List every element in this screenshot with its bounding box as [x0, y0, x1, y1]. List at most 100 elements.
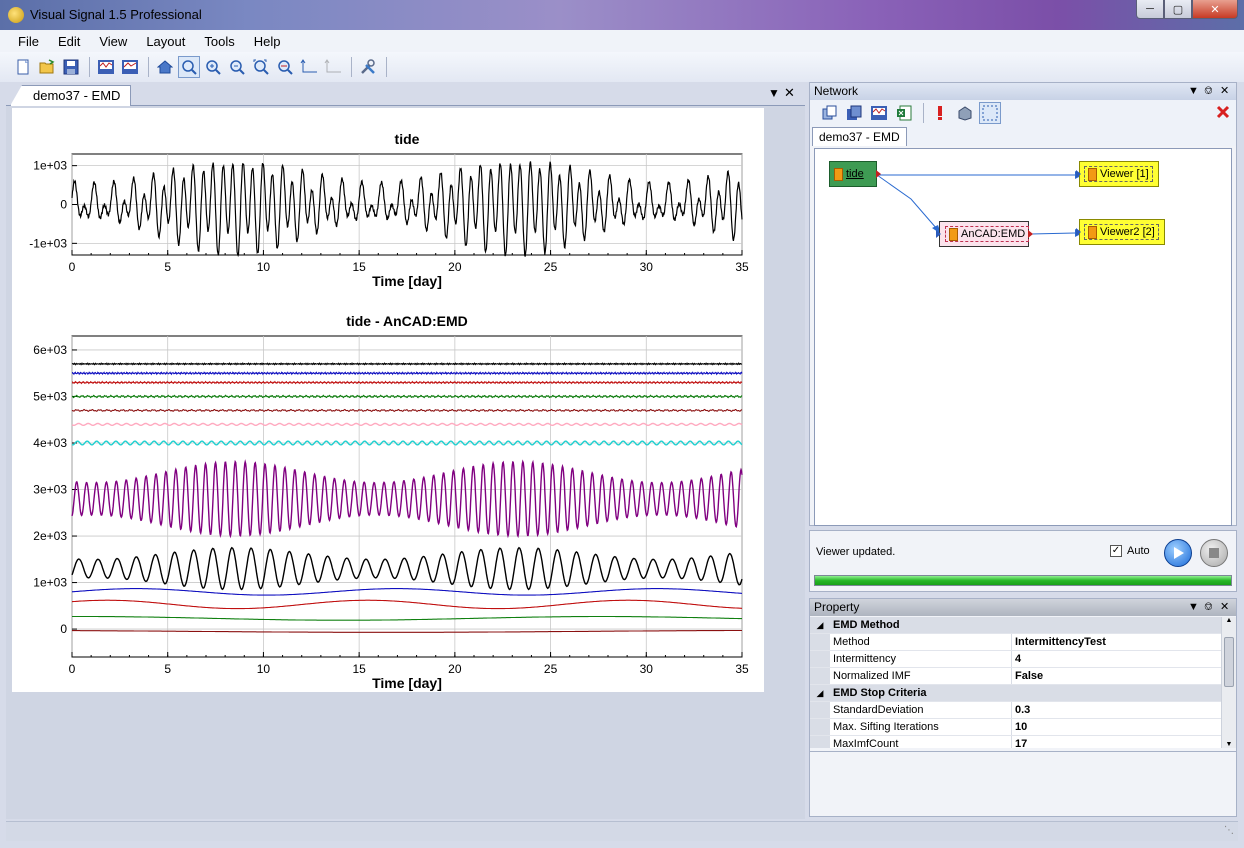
zoom-fit-button[interactable] [250, 56, 272, 78]
signal-view-button[interactable] [95, 56, 117, 78]
zoom-x-button[interactable] [274, 56, 296, 78]
minimize-button[interactable]: ─ [1136, 0, 1164, 19]
alert-button[interactable] [929, 102, 951, 124]
property-value[interactable]: IntermittencyTest [1012, 634, 1222, 650]
document-tab-bar: demo37 - EMD ▼ ✕ [6, 82, 805, 106]
network-panel-title: Network [814, 84, 859, 98]
input-port[interactable] [936, 230, 941, 238]
property-category[interactable]: ◢ EMD Method [810, 617, 1222, 634]
property-row[interactable]: Intermittency 4 [810, 651, 1222, 668]
close-button[interactable]: ✕ [1192, 0, 1238, 19]
menu-view[interactable]: View [99, 34, 127, 49]
signal-export-button[interactable] [119, 56, 141, 78]
panel-close-icon[interactable]: ✕ [1220, 599, 1229, 616]
scroll-thumb[interactable] [1224, 637, 1234, 687]
alert-icon [938, 106, 942, 120]
menu-tools[interactable]: Tools [204, 34, 234, 49]
panel-pin-icon[interactable]: ⎊ [1204, 599, 1213, 616]
run-button[interactable] [1164, 539, 1192, 567]
panel-close-icon[interactable]: ✕ [1220, 83, 1229, 100]
node-viewer2[interactable]: Viewer2 [2] [1076, 219, 1165, 245]
menu-layout[interactable]: Layout [146, 34, 185, 49]
node-emd[interactable]: AnCAD:EMD [936, 221, 1033, 247]
select-button[interactable] [979, 102, 1001, 124]
menu-help[interactable]: Help [254, 34, 281, 49]
zoom-out-button[interactable] [226, 56, 248, 78]
minimize-icon: ─ [1146, 3, 1154, 15]
property-row[interactable]: Method IntermittencyTest [810, 634, 1222, 651]
tide-chart[interactable]: tide 0 5 10 15 20 25 30 351e+030-1e+03 Time [da… [12, 108, 764, 298]
delete-button[interactable] [1216, 105, 1230, 122]
run-status-panel: Viewer updated. ✓ Auto [809, 530, 1237, 592]
node-icon [949, 227, 958, 241]
output-port[interactable] [876, 170, 881, 178]
scroll-up-icon[interactable]: ▲ [1222, 617, 1236, 624]
property-row[interactable]: StandardDeviation 0.3 [810, 702, 1222, 719]
save-button[interactable] [60, 56, 82, 78]
y-tick-label: 6e+03 [33, 343, 67, 357]
signal-node-button[interactable] [868, 102, 890, 124]
toolbar-separator [148, 57, 149, 77]
node-tide[interactable]: tide [829, 161, 881, 187]
network-canvas[interactable]: tide AnCAD:EMD Viewer [1] Viewer2 [2] [814, 148, 1232, 526]
property-value[interactable]: 0.3 [1012, 702, 1222, 718]
document-tab[interactable]: demo37 - EMD [10, 85, 132, 106]
auto-checkbox[interactable]: ✓ Auto [1110, 545, 1150, 557]
zoom-out-icon [230, 60, 245, 75]
home-button[interactable] [154, 56, 176, 78]
menu-file[interactable]: File [18, 34, 39, 49]
property-row[interactable]: Max. Sifting Iterations 10 [810, 719, 1222, 736]
node-viewer1[interactable]: Viewer [1] [1076, 161, 1159, 187]
panel-dropdown-icon[interactable]: ▼ [1188, 599, 1199, 616]
axis-scale-button[interactable] [298, 56, 320, 78]
property-value[interactable]: False [1012, 668, 1222, 684]
maximize-button[interactable]: ▢ [1164, 0, 1192, 19]
menu-edit[interactable]: Edit [58, 34, 80, 49]
panel-pin-icon[interactable]: ⎊ [1204, 83, 1213, 100]
collapse-icon[interactable]: ◢ [810, 617, 830, 633]
copy-node-button[interactable] [843, 102, 865, 124]
document-panel: demo37 - EMD ▼ ✕ tide 0 5 10 15 20 25 30 35 1e+0… [6, 82, 805, 819]
excel-button[interactable] [893, 102, 915, 124]
add-node-button[interactable] [818, 102, 840, 124]
copy-node-icon [847, 105, 862, 120]
scroll-down-icon[interactable]: ▼ [1222, 741, 1236, 748]
resize-grip-icon[interactable]: ⋱ [1224, 825, 1234, 836]
property-key: Method [830, 634, 1012, 650]
output-port[interactable] [1028, 230, 1033, 238]
status-bar: ⋱ [6, 821, 1238, 841]
input-port[interactable] [1076, 228, 1081, 236]
network-tab[interactable]: demo37 - EMD [812, 127, 907, 146]
tools-button[interactable] [357, 56, 379, 78]
checkbox-icon[interactable]: ✓ [1110, 545, 1122, 557]
stop-button[interactable] [1200, 539, 1228, 567]
open-button[interactable] [36, 56, 58, 78]
play-icon [1174, 547, 1184, 559]
select-icon [982, 105, 998, 121]
tab-close-icon[interactable]: ✕ [784, 85, 795, 101]
x-tick-label: 25 [544, 260, 558, 274]
tab-dropdown-icon[interactable]: ▼ [768, 86, 780, 100]
collapse-icon[interactable]: ◢ [810, 685, 830, 701]
property-row[interactable]: Normalized IMF False [810, 668, 1222, 685]
refresh-button[interactable] [954, 102, 976, 124]
property-row[interactable]: MaxImfCount 17 [810, 736, 1222, 748]
input-port[interactable] [1076, 170, 1081, 178]
property-value[interactable]: 4 [1012, 651, 1222, 667]
excel-icon [897, 105, 912, 121]
y-tick-label: 0 [60, 198, 67, 212]
zoom-select-button[interactable] [178, 56, 200, 78]
x-tick-label: 15 [352, 662, 366, 676]
property-scrollbar[interactable]: ▲ ▼ [1221, 617, 1236, 748]
network-panel-header: Network ▼ ⎊ ✕ [810, 83, 1236, 100]
property-value[interactable]: 10 [1012, 719, 1222, 735]
panel-dropdown-icon[interactable]: ▼ [1188, 83, 1199, 100]
property-panel: Property ▼ ⎊ ✕ ◢ EMD Method Method Intermi… [809, 598, 1237, 817]
property-category[interactable]: ◢ EMD Stop Criteria [810, 685, 1222, 702]
zoom-in-button[interactable] [202, 56, 224, 78]
emd-chart[interactable]: tide - AnCAD:EMD 0 5 10 15 20 25 30 35 6e+03 5e+0… [12, 298, 764, 692]
property-value[interactable]: 17 [1012, 736, 1222, 748]
new-file-button[interactable] [12, 56, 34, 78]
progress-bar [814, 575, 1232, 586]
axis-scale-disabled-button[interactable] [322, 56, 344, 78]
